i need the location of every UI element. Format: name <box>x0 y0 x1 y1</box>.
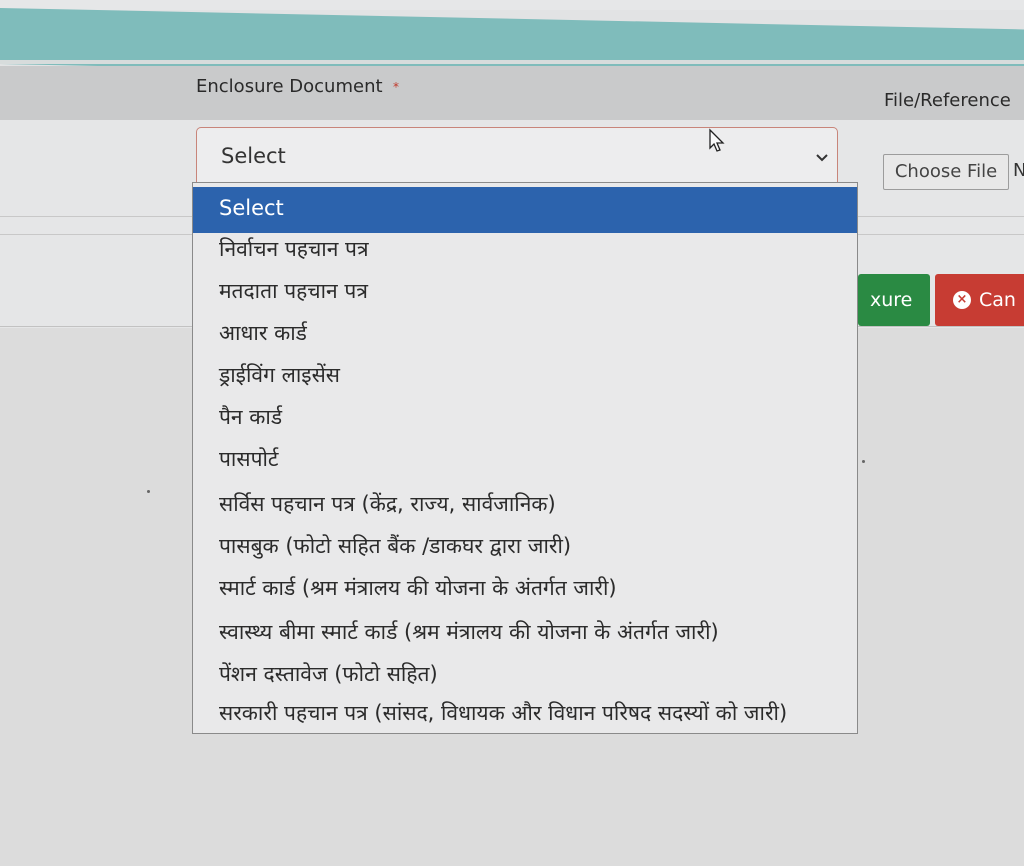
dropdown-option[interactable]: पासपोर्ट <box>193 438 857 480</box>
dropdown-option[interactable]: पासबुक (फोटो सहित बैंक /डाकघर द्वारा जार… <box>193 525 857 567</box>
dropdown-option[interactable]: ड्राईविंग लाइसेंस <box>193 354 857 396</box>
header-divider <box>0 60 1024 64</box>
required-marker: * <box>393 80 399 94</box>
add-annexure-button[interactable]: xure <box>858 274 930 326</box>
chevron-down-icon <box>816 154 828 162</box>
dropdown-option[interactable]: सरकारी पहचान पत्र (सांसद, विधायक और विधा… <box>193 692 857 734</box>
top-strip <box>0 0 1024 10</box>
enclosure-document-label: Enclosure Document <box>196 76 383 97</box>
dropdown-option[interactable]: स्वास्थ्य बीमा स्मार्ट कार्ड (श्रम मंत्र… <box>193 611 857 653</box>
dropdown-option[interactable]: आधार कार्ड <box>193 312 857 354</box>
dropdown-option[interactable]: पैन कार्ड <box>193 396 857 438</box>
dropdown-option[interactable]: स्मार्ट कार्ड (श्रम मंत्रालय की योजना के… <box>193 567 857 609</box>
screen-speck <box>147 490 150 493</box>
mouse-cursor-icon <box>709 128 725 152</box>
dropdown-option[interactable]: पेंशन दस्तावेज (फोटो सहित) <box>193 653 857 695</box>
select-current-value: Select <box>221 144 286 168</box>
form-header-row <box>0 66 1024 124</box>
choose-file-button[interactable]: Choose File <box>883 154 1009 190</box>
dropdown-options-list[interactable]: Select निर्वाचन पहचान पत्र मतदाता पहचान … <box>192 182 858 734</box>
cancel-button[interactable]: × Can <box>935 274 1024 326</box>
dropdown-option[interactable]: सर्विस पहचान पत्र (केंद्र, राज्य, सार्वज… <box>193 483 857 525</box>
enclosure-document-select[interactable]: Select <box>196 127 838 187</box>
dropdown-option[interactable]: मतदाता पहचान पत्र <box>193 270 857 312</box>
dropdown-option[interactable]: Select <box>193 187 857 233</box>
no-file-chosen-text: N <box>1013 160 1024 181</box>
close-circle-icon: × <box>953 291 971 309</box>
cancel-button-label: Can <box>979 289 1016 311</box>
dropdown-option[interactable]: निर्वाचन पहचान पत्र <box>193 228 857 270</box>
file-reference-label: File/Reference <box>884 90 1011 111</box>
screen-speck <box>862 460 865 463</box>
